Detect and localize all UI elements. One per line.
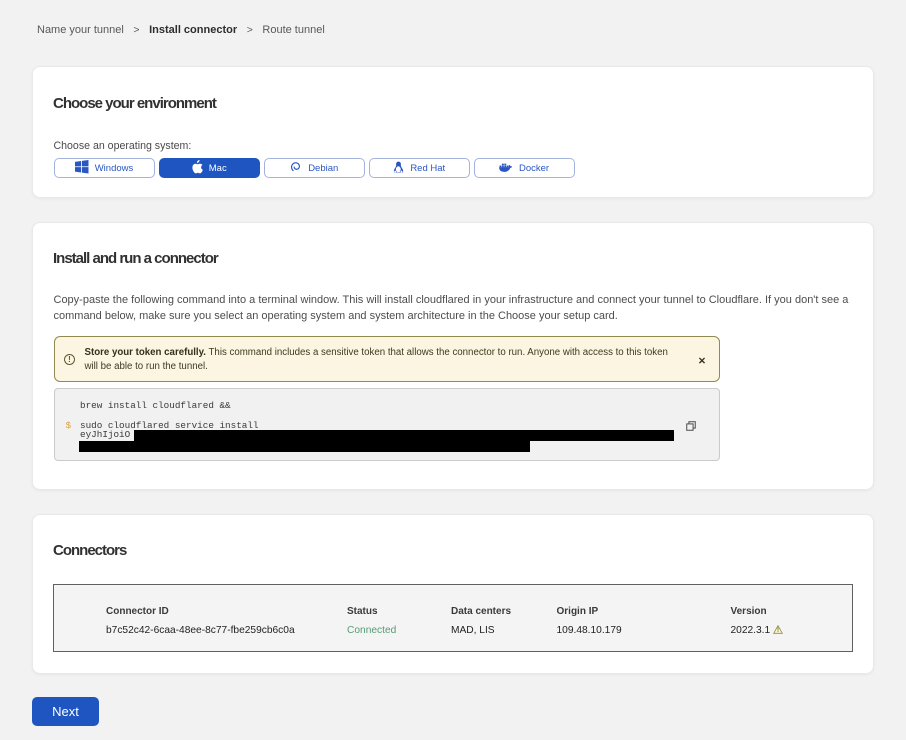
svg-text:!: !: [777, 627, 779, 634]
